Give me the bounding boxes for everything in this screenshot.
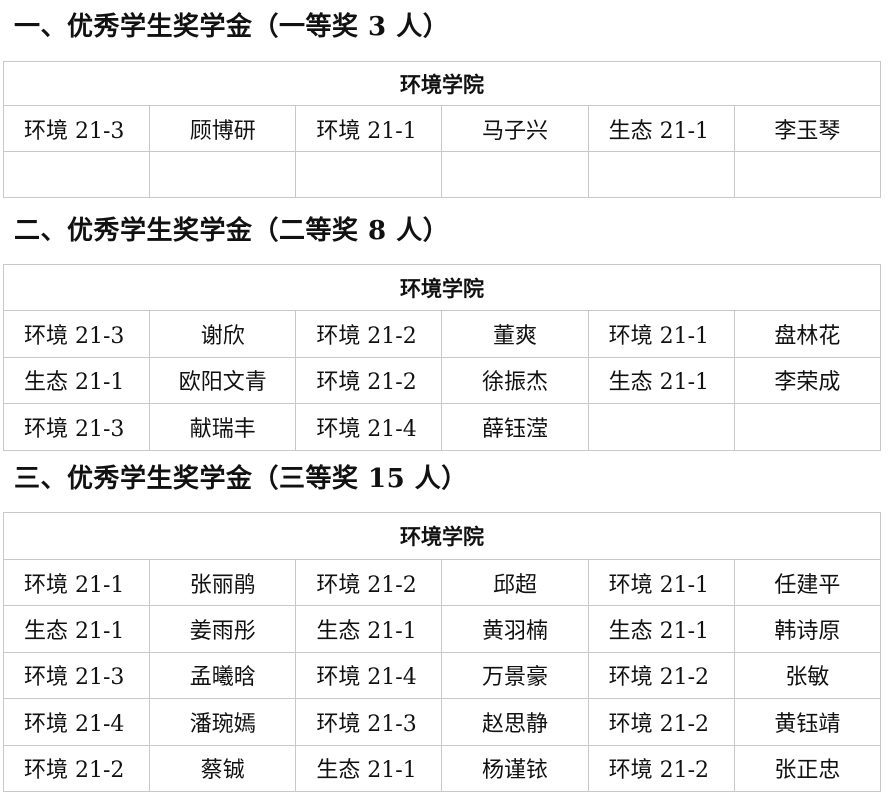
class-cell: 环境 21-2 (295, 558, 443, 607)
class-cell: 环境 21-2 (2, 744, 151, 792)
student-name-cell (149, 151, 297, 198)
student-name-cell: 董爽 (441, 310, 589, 358)
student-name-cell: 欧阳文青 (149, 356, 297, 404)
college-header: 环境学院 (3, 61, 881, 106)
class-cell: 生态 21-1 (295, 605, 443, 653)
student-name-cell: 徐振杰 (441, 356, 589, 404)
class-cell: 环境 21-3 (295, 698, 443, 746)
student-name-cell: 邱超 (441, 558, 589, 607)
section-1-table: 环境学院 环境 21-3 顾博研 环境 21-1 马子兴 生态 21-1 李玉琴 (2, 61, 882, 198)
class-cell (295, 151, 443, 198)
student-name-cell: 马子兴 (441, 105, 589, 152)
student-name-cell: 顾博研 (149, 105, 297, 152)
table-row: 环境 21-4 潘琬嫣 环境 21-3 赵思静 环境 21-2 黄钰靖 (2, 698, 882, 746)
table-row: 环境 21-3 献瑞丰 环境 21-4 薛钰滢 (2, 403, 882, 451)
class-cell (587, 403, 735, 451)
table-row: 环境 21-1 张丽鹃 环境 21-2 邱超 环境 21-1 任建平 (2, 558, 882, 607)
class-cell: 环境 21-3 (2, 651, 151, 700)
class-cell (2, 151, 151, 198)
class-cell (587, 151, 735, 198)
college-header: 环境学院 (3, 512, 881, 560)
class-cell: 环境 21-3 (2, 105, 151, 152)
student-name-cell: 姜雨彤 (149, 605, 297, 653)
student-name-cell: 赵思静 (441, 698, 589, 746)
table-row (2, 151, 882, 198)
student-name-cell: 李荣成 (733, 356, 882, 404)
student-name-cell: 张敏 (733, 651, 882, 700)
class-cell: 生态 21-1 (295, 744, 443, 792)
student-name-cell: 张丽鹃 (149, 558, 297, 607)
table-row: 生态 21-1 姜雨彤 生态 21-1 黄羽楠 生态 21-1 韩诗原 (2, 605, 882, 653)
class-cell: 生态 21-1 (587, 356, 735, 404)
class-cell: 环境 21-4 (295, 651, 443, 700)
class-cell: 生态 21-1 (2, 356, 151, 404)
class-cell: 环境 21-3 (2, 403, 151, 451)
student-name-cell: 李玉琴 (733, 105, 882, 152)
section-3-title: 三、优秀学生奖学金（三等奖 15 人） (14, 464, 468, 494)
class-cell: 生态 21-1 (2, 605, 151, 653)
table-row: 生态 21-1 欧阳文青 环境 21-2 徐振杰 生态 21-1 李荣成 (2, 356, 882, 404)
section-1-title: 一、优秀学生奖学金（一等奖 3 人） (14, 12, 450, 42)
student-name-cell: 献瑞丰 (149, 403, 297, 451)
class-cell: 生态 21-1 (587, 605, 735, 653)
student-name-cell: 万景豪 (441, 651, 589, 700)
college-header: 环境学院 (3, 264, 881, 311)
class-cell: 环境 21-1 (587, 310, 735, 358)
section-3-table: 环境学院 环境 21-1 张丽鹃 环境 21-2 邱超 环境 21-1 任建平 生态 21-1… (2, 512, 882, 792)
table-row: 环境 21-3 孟曦晗 环境 21-4 万景豪 环境 21-2 张敏 (2, 651, 882, 700)
student-name-cell: 黄羽楠 (441, 605, 589, 653)
student-name-cell: 潘琬嫣 (149, 698, 297, 746)
student-name-cell: 蔡铖 (149, 744, 297, 792)
student-name-cell: 薛钰滢 (441, 403, 589, 451)
class-cell: 环境 21-1 (295, 105, 443, 152)
class-cell: 环境 21-2 (587, 744, 735, 792)
class-cell: 生态 21-1 (587, 105, 735, 152)
student-name-cell: 谢欣 (149, 310, 297, 358)
class-cell: 环境 21-2 (587, 651, 735, 700)
section-2-title: 二、优秀学生奖学金（二等奖 8 人） (14, 216, 450, 246)
class-cell: 环境 21-1 (2, 558, 151, 607)
student-name-cell (441, 151, 589, 198)
section-2-table: 环境学院 环境 21-3 谢欣 环境 21-2 董爽 环境 21-1 盘林花 生态 21-1 欧… (2, 264, 882, 451)
student-name-cell: 张正忠 (733, 744, 882, 792)
class-cell: 环境 21-2 (295, 310, 443, 358)
class-cell: 环境 21-2 (587, 698, 735, 746)
student-name-cell (733, 403, 882, 451)
student-name-cell (733, 151, 882, 198)
table-row: 环境 21-2 蔡铖 生态 21-1 杨谨铱 环境 21-2 张正忠 (2, 744, 882, 792)
student-name-cell: 盘林花 (733, 310, 882, 358)
table-row: 环境 21-3 谢欣 环境 21-2 董爽 环境 21-1 盘林花 (2, 310, 882, 358)
class-cell: 环境 21-4 (2, 698, 151, 746)
class-cell: 环境 21-1 (587, 558, 735, 607)
class-cell: 环境 21-2 (295, 356, 443, 404)
student-name-cell: 杨谨铱 (441, 744, 589, 792)
student-name-cell: 黄钰靖 (733, 698, 882, 746)
table-row: 环境 21-3 顾博研 环境 21-1 马子兴 生态 21-1 李玉琴 (2, 105, 882, 152)
class-cell: 环境 21-4 (295, 403, 443, 451)
student-name-cell: 任建平 (733, 558, 882, 607)
class-cell: 环境 21-3 (2, 310, 151, 358)
student-name-cell: 孟曦晗 (149, 651, 297, 700)
student-name-cell: 韩诗原 (733, 605, 882, 653)
